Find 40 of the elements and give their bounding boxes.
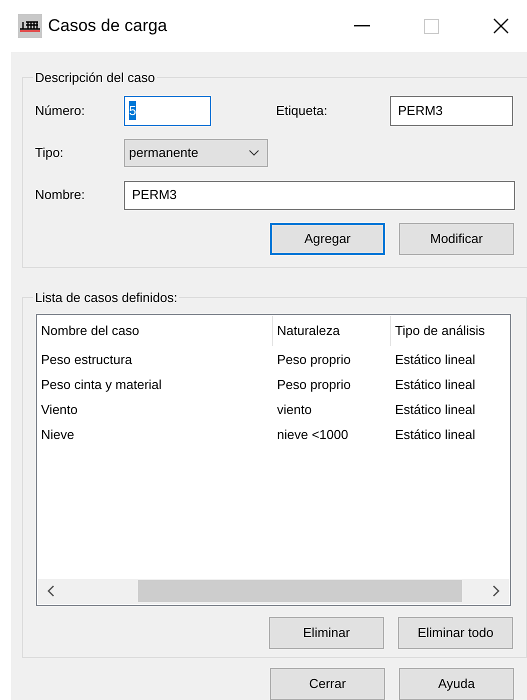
table-cell-text: Peso estructura [40,351,134,370]
horizontal-scrollbar[interactable] [38,578,509,604]
scrollbar-thumb[interactable] [138,580,462,602]
dialog-button[interactable]: Ayuda [399,668,514,700]
close-icon[interactable] [493,18,509,34]
dialog-button[interactable]: Eliminar todo [398,616,513,648]
type-dropdown[interactable]: permanente [124,138,268,166]
group-title: Descripción del caso [34,69,156,87]
table-cell-text: Estático lineal [394,426,476,444]
dialog-button[interactable]: Modificar [399,222,514,254]
field-label: Número: [35,102,86,120]
chevron-right-icon[interactable] [492,585,500,597]
number-field[interactable]: 5 [124,96,211,126]
column-header[interactable]: Naturaleza [273,316,391,346]
table-cell-text: Viento [40,401,79,420]
table-cell-text: Estático lineal [394,401,476,420]
column-header[interactable]: Tipo de análisis [391,316,509,346]
group-title: Lista de casos definidos: [34,289,178,307]
dialog-button[interactable]: Agregar [270,222,385,254]
minimize-icon[interactable] [354,25,370,27]
chevron-left-icon[interactable] [47,585,55,597]
app-icon [18,14,42,38]
table-cell-text: Estático lineal [394,351,476,370]
label-field[interactable]: PERM3 [390,96,513,126]
table-cell-text: viento [276,401,313,420]
table-cell-text: Peso cinta y material [40,376,163,394]
field-label: Nombre: [35,186,86,204]
table-cell-text: nieve <1000 [276,426,350,444]
dialog-button[interactable]: Cerrar [270,668,385,700]
field-label: Tipo: [35,144,64,162]
column-header[interactable]: Nombre del caso [37,316,273,346]
table-cell-text: Nieve [40,426,76,444]
window-title: Casos de carga [48,15,168,38]
name-field[interactable]: PERM3 [124,180,515,210]
chevron-down-icon [249,150,259,156]
field-label: Etiqueta: [276,102,328,120]
dialog-button[interactable]: Eliminar [269,616,384,648]
table-cell-text: Estático lineal [394,376,476,394]
table-cell-text: Peso proprio [276,351,352,370]
table-cell-text: Peso proprio [276,376,352,394]
